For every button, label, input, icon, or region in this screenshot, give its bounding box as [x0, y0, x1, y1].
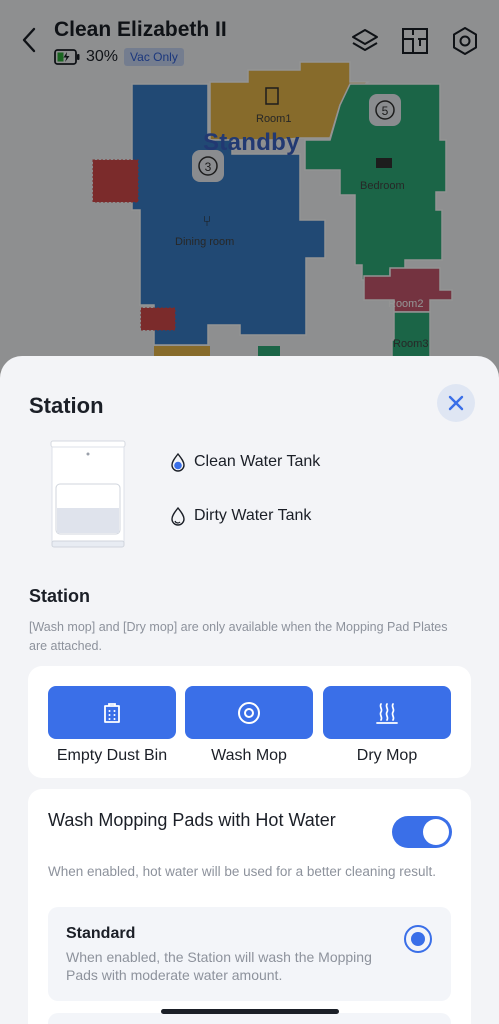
empty-dust-bin-label: Empty Dust Bin	[56, 747, 168, 764]
robot-status: Standby	[203, 129, 300, 156]
home-indicator[interactable]	[161, 1009, 339, 1014]
room-label-dining: Dining room	[175, 236, 235, 248]
station-sheet: Station Clean Water Tank Dirty Water Tan…	[0, 356, 499, 1024]
section-title: Station	[29, 586, 90, 606]
room-label-room1: Room1	[256, 113, 292, 125]
room-room3	[391, 311, 431, 359]
hot-water-title: Wash Mopping Pads with Hot Water	[48, 810, 336, 830]
dry-heat-icon	[376, 702, 398, 724]
dirty-water-tank: Dirty Water Tank	[170, 506, 311, 526]
wash-mop-label: Wash Mop	[211, 747, 287, 764]
dust-bin-icon	[104, 702, 120, 723]
back-chevron-icon[interactable]	[18, 24, 44, 56]
clean-water-tank: Clean Water Tank	[170, 452, 320, 472]
sheet-title: Station	[29, 393, 104, 418]
map-view: 3 5 ⑂ Room1 Bedroom Dining room Room2 Ro…	[0, 0, 499, 370]
station-actions-card: Empty Dust Bin Wash Mop Dry Mop	[28, 666, 471, 778]
mode-badge: Vac Only	[124, 48, 184, 66]
svg-text:5: 5	[382, 104, 389, 118]
room-layout-icon[interactable]	[400, 26, 430, 56]
no-go-zone	[140, 307, 176, 331]
option-next[interactable]	[48, 1013, 451, 1024]
no-go-zone	[92, 159, 139, 203]
device-name: Clean Elizabeth II	[54, 18, 227, 41]
hot-water-toggle[interactable]	[392, 816, 452, 848]
svg-text:⑂: ⑂	[202, 213, 211, 230]
dry-mop-button-face[interactable]	[323, 686, 451, 739]
settings-hexagon-icon[interactable]	[450, 26, 480, 56]
section-note: [Wash mop] and [Dry mop] are only availa…	[29, 620, 448, 653]
radio-selected-dot	[411, 932, 425, 946]
device-status-row: 30% Vac Only	[54, 46, 184, 68]
option-standard-radio[interactable]	[404, 925, 432, 953]
room-label-room3: Room3	[393, 338, 429, 350]
room-label-room2: Room2	[388, 298, 424, 310]
layers-icon[interactable]	[350, 26, 380, 56]
wash-mop-icon	[238, 701, 260, 724]
battery-charging-icon	[54, 49, 80, 65]
water-drop-filled-icon	[171, 452, 185, 472]
hot-water-description: When enabled, hot water will be used for…	[48, 864, 436, 879]
dirty-water-tank-label: Dirty Water Tank	[194, 507, 312, 524]
close-icon	[448, 395, 464, 411]
battery-percentage: 30%	[86, 48, 119, 65]
room-label-bedroom: Bedroom	[360, 180, 405, 192]
station-illustration	[50, 440, 126, 550]
water-drop-outline-icon	[171, 506, 185, 526]
toggle-knob	[423, 819, 449, 845]
clean-water-tank-label: Clean Water Tank	[194, 453, 321, 470]
option-standard[interactable]: Standard When enabled, the Station will …	[48, 907, 451, 1001]
hot-water-card: Wash Mopping Pads with Hot Water When en…	[28, 789, 471, 1024]
close-button[interactable]	[437, 384, 475, 422]
option-standard-title: Standard	[66, 925, 136, 942]
wash-mop-button-face[interactable]	[185, 686, 313, 739]
option-standard-description: When enabled, the Station will wash the …	[66, 949, 372, 983]
dry-mop-label: Dry Mop	[356, 747, 418, 764]
empty-dust-bin-button[interactable]: Empty Dust Bin	[48, 686, 176, 765]
wash-mop-button[interactable]: Wash Mop	[185, 686, 313, 765]
empty-dust-bin-button-face[interactable]	[48, 686, 176, 739]
dry-mop-button[interactable]: Dry Mop	[323, 686, 451, 765]
svg-text:3: 3	[205, 160, 212, 174]
